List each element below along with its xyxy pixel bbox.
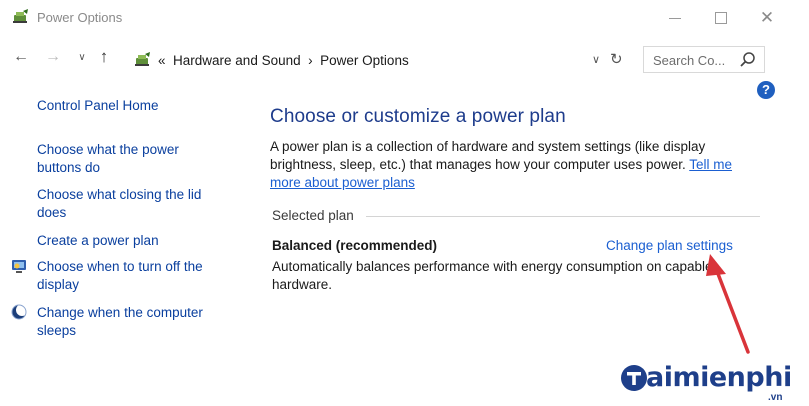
- search-icon[interactable]: [739, 51, 757, 69]
- breadcrumb: « Hardware and Sound › Power Options: [158, 53, 409, 68]
- maximize-icon: [715, 12, 727, 24]
- forward-button[interactable]: →: [44, 48, 62, 66]
- taimienphi-logo-icon: [621, 365, 647, 391]
- address-bar[interactable]: « Hardware and Sound › Power Options ∨ ↻: [121, 46, 637, 73]
- back-button[interactable]: ←: [12, 48, 30, 66]
- sidebar-item-create-power-plan[interactable]: Create a power plan: [37, 232, 207, 250]
- minimize-icon: [669, 18, 681, 19]
- breadcrumb-overflow[interactable]: «: [158, 53, 166, 68]
- description-text: A power plan is a collection of hardware…: [270, 139, 706, 172]
- plan-name: Balanced (recommended): [272, 238, 438, 253]
- breadcrumb-separator-icon[interactable]: ›: [308, 53, 313, 68]
- address-dropdown-chevron-icon[interactable]: ∨: [592, 53, 600, 66]
- help-icon[interactable]: ?: [757, 81, 775, 99]
- refresh-icon[interactable]: ↻: [610, 50, 623, 68]
- watermark-text: aimienphi: [646, 362, 792, 393]
- power-options-icon: [13, 9, 28, 23]
- watermark-suffix: .vn: [768, 392, 783, 403]
- sidebar-item-power-buttons[interactable]: Choose what the power buttons do: [37, 141, 207, 177]
- page-title: Choose or customize a power plan: [270, 106, 566, 127]
- title-bar: Power Options ✕: [0, 0, 809, 36]
- sidebar-item-closing-lid[interactable]: Choose what closing the lid does: [37, 186, 207, 222]
- selected-plan-heading: Selected plan: [272, 208, 354, 223]
- search-box[interactable]: Search Co...: [643, 46, 765, 73]
- main-content: Choose or customize a power plan A power…: [270, 106, 765, 292]
- recent-locations-chevron-icon[interactable]: ∨: [73, 52, 91, 63]
- annotation-arrow-icon: [706, 254, 750, 354]
- change-plan-settings-link[interactable]: Change plan settings: [606, 238, 733, 253]
- search-placeholder[interactable]: Search Co...: [653, 53, 725, 68]
- minimize-button[interactable]: [660, 6, 690, 30]
- watermark-logo: aimienphi .vn: [620, 362, 806, 404]
- maximize-button[interactable]: [706, 6, 736, 30]
- section-divider: [366, 216, 760, 217]
- close-button[interactable]: ✕: [752, 6, 782, 30]
- breadcrumb-power-options[interactable]: Power Options: [320, 53, 409, 68]
- sidebar-item-turn-off-display[interactable]: Choose when to turn off the display: [37, 258, 207, 294]
- up-button[interactable]: ↑: [95, 47, 113, 67]
- sidebar-control-panel-home[interactable]: Control Panel Home: [37, 97, 159, 115]
- navigation-bar: ← → ∨ ↑ « Hardware and Sound › Power Opt…: [0, 44, 809, 74]
- control-panel-icon: [135, 52, 150, 66]
- window-title: Power Options: [37, 10, 123, 25]
- sleep-moon-icon: [11, 304, 28, 320]
- breadcrumb-hardware-and-sound[interactable]: Hardware and Sound: [173, 53, 301, 68]
- monitor-icon: [12, 260, 26, 273]
- sidebar-item-computer-sleeps[interactable]: Change when the computer sleeps: [37, 304, 217, 340]
- plan-description: Automatically balances performance with …: [272, 259, 713, 292]
- power-plan-description: A power plan is a collection of hardware…: [270, 138, 765, 192]
